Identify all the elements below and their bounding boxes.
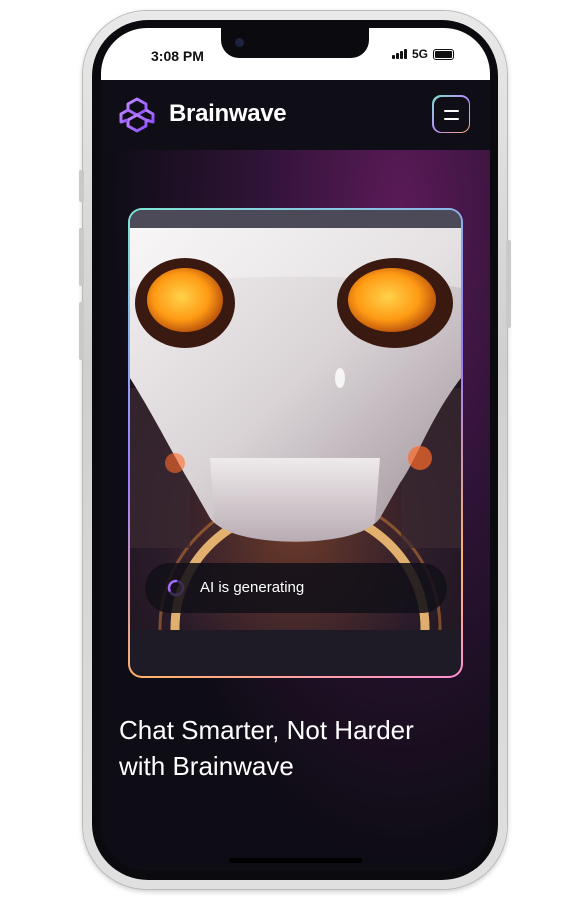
headline-line-1: Chat Smarter, Not Harder [119,715,414,745]
menu-button[interactable] [432,95,470,133]
phone-volume-up [79,228,84,286]
network-label: 5G [411,47,428,61]
brand-name[interactable]: Brainwave [169,100,287,128]
status-indicators: 5G [391,47,454,61]
hamburger-menu-icon[interactable] [433,96,469,132]
app-header: Brainwave [101,80,490,151]
front-camera [235,38,244,47]
loading-spinner-icon [167,579,185,597]
headline-line-2: with Brainwave [119,751,294,781]
status-time: 3:08 PM [151,48,204,64]
battery-icon [433,48,454,60]
status-bar: 3:08 PM 5G [101,28,490,80]
phone-screen: 3:08 PM 5G Brainwave AI is generating Ch… [101,28,490,871]
notch [221,28,369,58]
brainwave-logo-icon[interactable] [118,96,156,134]
ai-status-text: AI is generating [200,579,305,596]
home-indicator[interactable] [229,858,362,863]
phone-mute-switch [79,170,84,202]
phone-volume-down [79,302,84,360]
card-top-strip [130,210,461,228]
hero-headline: Chat Smarter, Not Harder with Brainwave [119,712,469,784]
phone-power-button [506,240,511,328]
ai-status-pill: AI is generating [145,563,447,613]
signal-icon [391,49,407,59]
